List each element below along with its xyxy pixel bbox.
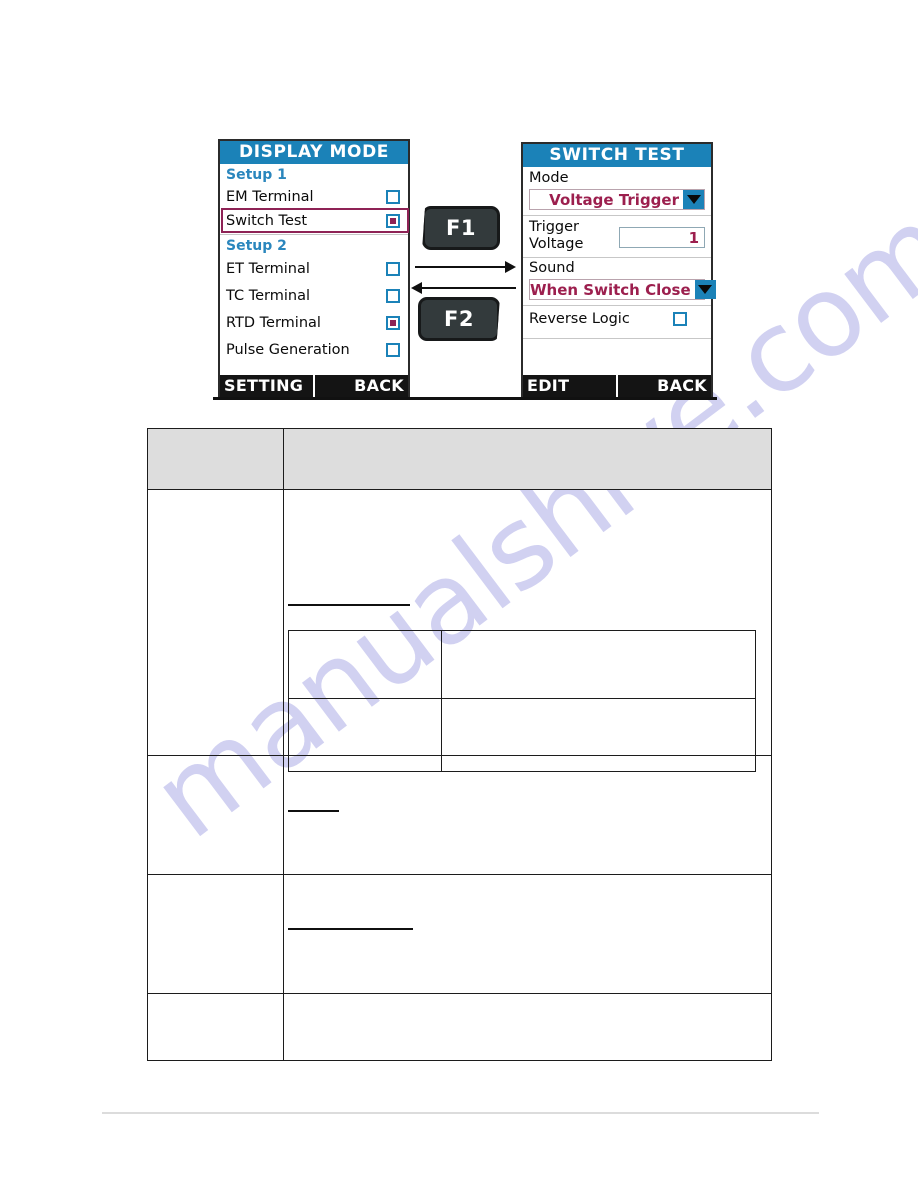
- softkey-back[interactable]: BACK: [315, 375, 408, 397]
- chevron-down-icon[interactable]: [694, 280, 716, 299]
- list-item-pulse-generation[interactable]: Pulse Generation: [220, 339, 408, 361]
- display-mode-body: Setup 1 EM Terminal Switch Test Setup 2 …: [220, 164, 409, 397]
- dropdown-sound-value: When Switch Close: [530, 280, 691, 299]
- list-item-switch-test[interactable]: Switch Test: [220, 210, 408, 232]
- table-header-row: [147, 428, 772, 490]
- list-item-label: ET Terminal: [226, 261, 310, 277]
- table-cell-description: [283, 874, 772, 994]
- text-underline-rule: [288, 604, 410, 606]
- specification-table: [147, 428, 772, 1061]
- divider: [523, 257, 711, 258]
- arrow-right-icon: [505, 261, 516, 273]
- group-header-setup-2: Setup 2: [226, 238, 287, 254]
- checkbox-reverse-logic[interactable]: [673, 312, 687, 326]
- table-header-cell-1: [147, 428, 284, 490]
- arrow-left-icon: [411, 282, 422, 294]
- table-header-cell-2: [283, 428, 772, 490]
- table-cell-label: [147, 874, 284, 994]
- switch-test-screen: SWITCH TEST Mode Voltage Trigger Trigger…: [521, 142, 716, 397]
- divider: [523, 305, 711, 306]
- softkey-back[interactable]: BACK: [618, 375, 711, 397]
- arrow-right-line: [415, 266, 511, 268]
- nested-table-cell: [288, 630, 442, 699]
- checkbox-pulse-generation[interactable]: [386, 343, 400, 357]
- softkey-setting[interactable]: SETTING: [220, 375, 315, 397]
- switch-test-body: Mode Voltage Trigger Trigger Voltage 1 S…: [523, 167, 716, 397]
- chevron-down-icon[interactable]: [683, 190, 704, 209]
- list-item-et-terminal[interactable]: ET Terminal: [220, 258, 408, 280]
- display-mode-softkey-bar: SETTING BACK: [220, 375, 408, 397]
- list-item-label: TC Terminal: [226, 288, 311, 304]
- checkbox-tc-terminal[interactable]: [386, 289, 400, 303]
- checkbox-em-terminal[interactable]: [386, 190, 400, 204]
- table-row: [147, 489, 772, 772]
- checkbox-et-terminal[interactable]: [386, 262, 400, 276]
- text-underline-rule: [288, 810, 339, 812]
- device-bezel-line: [213, 397, 717, 400]
- display-mode-screen: DISPLAY MODE Setup 1 EM Terminal Switch …: [218, 139, 410, 397]
- list-item-label: Switch Test: [226, 213, 308, 229]
- dropdown-mode[interactable]: Voltage Trigger: [529, 189, 705, 210]
- trigger-voltage-value: 1: [688, 228, 699, 247]
- table-cell-description: [283, 489, 772, 772]
- function-key-f2[interactable]: F2: [418, 297, 500, 341]
- table-row: [147, 993, 772, 1061]
- arrow-left-line: [420, 287, 516, 289]
- list-item-tc-terminal[interactable]: TC Terminal: [220, 285, 408, 307]
- list-item-label: RTD Terminal: [226, 315, 321, 331]
- table-row: [147, 755, 772, 875]
- group-header-setup-1: Setup 1: [226, 167, 287, 183]
- table-cell-description: [283, 755, 772, 875]
- switch-test-title: SWITCH TEST: [523, 144, 711, 167]
- function-key-f1[interactable]: F1: [422, 206, 500, 250]
- table-row: [147, 874, 772, 994]
- divider: [523, 338, 711, 339]
- switch-test-softkey-bar: EDIT BACK: [523, 375, 711, 397]
- nested-table: [288, 630, 756, 772]
- field-label-mode: Mode: [529, 170, 569, 186]
- text-underline-rule: [288, 928, 413, 930]
- field-label-sound: Sound: [529, 260, 575, 276]
- device-screens-diagram: DISPLAY MODE Setup 1 EM Terminal Switch …: [0, 0, 918, 420]
- divider: [523, 215, 711, 216]
- nested-table-row: [288, 630, 756, 699]
- dropdown-sound[interactable]: When Switch Close: [529, 279, 716, 300]
- checkbox-rtd-terminal[interactable]: [386, 316, 400, 330]
- table-cell-label: [147, 489, 284, 756]
- field-mode: Mode: [523, 170, 711, 187]
- list-item-label: Pulse Generation: [226, 342, 350, 358]
- table-cell-label: [147, 993, 284, 1061]
- table-cell-label: [147, 755, 284, 875]
- dropdown-mode-value: Voltage Trigger: [549, 190, 679, 209]
- table-cell-description: [283, 993, 772, 1061]
- trigger-voltage-input[interactable]: 1: [619, 227, 705, 248]
- page-footer-divider: [102, 1112, 819, 1114]
- list-item-em-terminal[interactable]: EM Terminal: [220, 186, 408, 208]
- list-item-rtd-terminal[interactable]: RTD Terminal: [220, 312, 408, 334]
- nested-table-cell: [441, 630, 756, 699]
- softkey-edit[interactable]: EDIT: [523, 375, 618, 397]
- checkbox-switch-test[interactable]: [386, 214, 400, 228]
- display-mode-title: DISPLAY MODE: [220, 141, 408, 164]
- field-sound: Sound: [523, 260, 711, 277]
- list-item-label: EM Terminal: [226, 189, 314, 205]
